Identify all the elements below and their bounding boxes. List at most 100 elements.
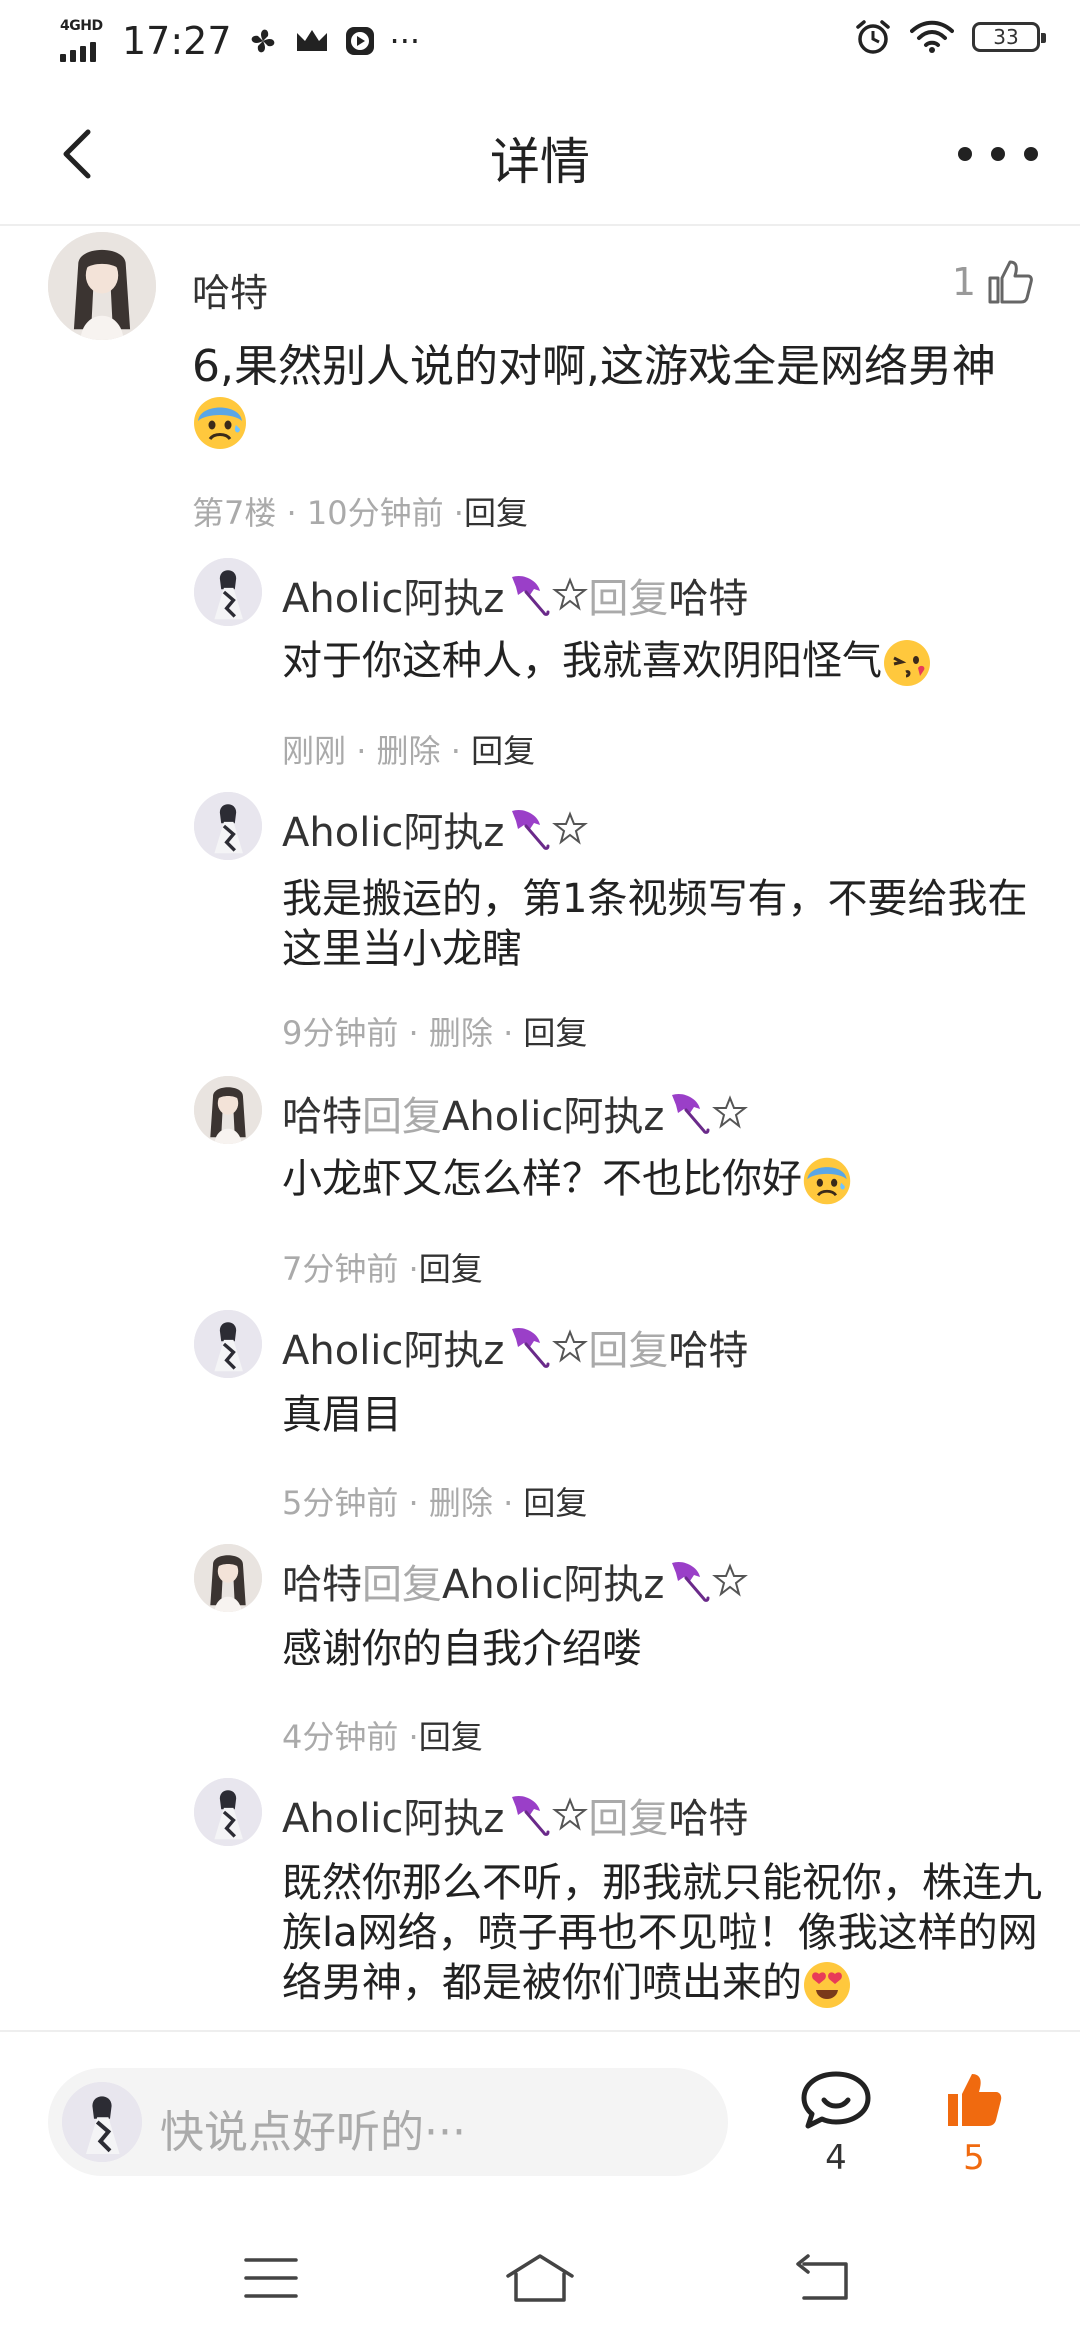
umbrella-icon: [512, 575, 550, 616]
reply-text: 小龙虾又怎么样？不也比你好: [282, 1154, 1042, 1206]
avatar[interactable]: [194, 1076, 262, 1144]
avatar[interactable]: [48, 232, 156, 340]
reply-header: Aholic阿执z: [282, 800, 589, 858]
reply-meta: 9分钟前 · 删除 · 回复: [282, 1014, 588, 1052]
reply-author[interactable]: 哈特: [282, 1084, 362, 1142]
thumbs-up-filled-icon[interactable]: [944, 2070, 1004, 2130]
umbrella-icon: [672, 1561, 710, 1602]
reply-to-label: 回复: [362, 1094, 442, 1140]
comment-count: 4: [825, 2138, 847, 2178]
avatar[interactable]: [194, 1544, 262, 1612]
reply-meta: 7分钟前 ·回复: [282, 1250, 483, 1288]
star-outline-icon: [712, 1095, 749, 1129]
system-nav-bar: [0, 2220, 1080, 2340]
reply-text: 对于你这种人，我就喜欢阴阳怪气: [282, 636, 1042, 688]
reply-author[interactable]: Aholic阿执z: [282, 566, 504, 624]
heart-eyes-emoji: [804, 1962, 850, 2008]
more-options-icon[interactable]: [958, 134, 1038, 174]
reply-text: 感谢你的自我介绍喽: [282, 1626, 642, 1672]
fan-icon: [251, 29, 274, 53]
reply-author[interactable]: Aholic阿执z: [282, 800, 504, 858]
reply-time: 刚刚: [282, 732, 347, 770]
star-outline-icon: [552, 577, 589, 611]
avatar[interactable]: [194, 792, 262, 860]
reply-to-user[interactable]: 哈特: [668, 1318, 748, 1376]
star-outline-icon: [552, 811, 589, 845]
top-nav-bar: 详情: [0, 84, 1080, 226]
delete-link[interactable]: 删除: [429, 1014, 493, 1052]
reply-author[interactable]: Aholic阿执z: [282, 1318, 504, 1376]
status-bar: 4GHD 17:27 ··· 33: [0, 0, 1080, 84]
reply-link[interactable]: 回复: [419, 1250, 483, 1288]
crown-icon: [296, 30, 327, 51]
reply-text: 真眉目: [282, 1392, 402, 1438]
avatar[interactable]: [194, 1778, 262, 1846]
umbrella-icon: [512, 809, 550, 850]
network-type: 4GHD: [60, 18, 103, 34]
reply-header: Aholic阿执z 回复 哈特: [282, 1786, 748, 1844]
thumbs-up-icon: [988, 260, 1033, 304]
reply-header: 哈特 回复 Aholic阿执z: [282, 1552, 749, 1610]
like-count: 1: [951, 260, 976, 304]
umbrella-icon: [512, 1795, 550, 1836]
reply-to-label: 回复: [362, 1562, 442, 1608]
more-status-icon: ···: [389, 22, 421, 60]
home-icon[interactable]: [504, 2252, 576, 2304]
reply-to-label: 回复: [588, 576, 669, 622]
reply-meta: 刚刚 · 删除 · 回复: [282, 732, 536, 770]
delete-link[interactable]: 删除: [377, 732, 441, 770]
comment-meta: 第7楼 · 10分钟前 ·回复: [192, 494, 528, 532]
reply-to-user[interactable]: 哈特: [668, 1786, 748, 1844]
reply-header: 哈特 回复 Aholic阿执z: [282, 1084, 749, 1142]
reply-link[interactable]: 回复: [523, 1484, 587, 1522]
reply-to-user[interactable]: 哈特: [668, 566, 748, 624]
reply-link[interactable]: 回复: [464, 494, 528, 532]
star-outline-icon: [712, 1563, 749, 1597]
reply-link[interactable]: 回复: [471, 732, 535, 770]
anxious-face-emoji: [803, 1157, 851, 1205]
reply-author[interactable]: Aholic阿执z: [282, 1786, 504, 1844]
reply-to-user[interactable]: Aholic阿执z: [442, 1084, 664, 1142]
delete-link[interactable]: 删除: [429, 1484, 493, 1522]
anxious-face-emoji: [194, 397, 246, 449]
star-outline-icon: [552, 1329, 589, 1363]
alarm-icon: [856, 20, 890, 54]
reply-time: 9分钟前: [282, 1014, 399, 1052]
back-icon[interactable]: [794, 2254, 852, 2302]
reply-to-user[interactable]: Aholic阿执z: [442, 1552, 664, 1610]
avatar[interactable]: [194, 1310, 262, 1378]
umbrella-icon: [672, 1093, 710, 1134]
battery-icon: 33: [972, 22, 1046, 52]
avatar[interactable]: [194, 558, 262, 626]
comment-like-button[interactable]: 1: [952, 258, 1034, 306]
reply-header: Aholic阿执z 回复 哈特: [282, 1318, 748, 1376]
comment-author[interactable]: 哈特: [192, 262, 268, 317]
reply-time: 5分钟前: [282, 1484, 399, 1522]
avatar: [62, 2082, 142, 2162]
reply-time: 7分钟前: [282, 1250, 399, 1288]
comment-bubble-icon[interactable]: [798, 2070, 874, 2130]
star-outline-icon: [552, 1797, 589, 1831]
battery-level: 33: [993, 25, 1019, 49]
play-icon: [345, 27, 374, 55]
wifi-icon: [910, 20, 954, 53]
reply-author[interactable]: 哈特: [282, 1552, 362, 1610]
comment-input-placeholder[interactable]: 快说点好听的···: [160, 2096, 466, 2160]
reply-time: 4分钟前: [282, 1718, 399, 1756]
reply-meta: 5分钟前 · 删除 · 回复: [282, 1484, 588, 1522]
floor-number: 第7楼: [192, 494, 277, 532]
reply-meta: 4分钟前 ·回复: [282, 1718, 483, 1756]
status-time: 17:27: [122, 19, 232, 63]
comment-time: 10分钟前: [306, 494, 444, 532]
reply-text: 我是搬运的，第1条视频写有，不要给我在这里当小龙瞎: [282, 876, 1028, 972]
reply-link[interactable]: 回复: [523, 1014, 587, 1052]
bottom-divider: [0, 2030, 1080, 2032]
menu-icon[interactable]: [244, 2256, 298, 2300]
umbrella-icon: [512, 1327, 550, 1368]
reply-header: Aholic阿执z 回复 哈特: [282, 566, 748, 624]
reply-text: 既然你那么不听，那我就只能祝你，株连九族la网络，喷子再也不见啦！像我这样的网络…: [282, 1858, 1042, 2010]
page-title: 详情: [490, 133, 590, 191]
like-total: 5: [963, 2138, 985, 2178]
kissing-face-emoji: [884, 640, 930, 686]
reply-link[interactable]: 回复: [419, 1718, 483, 1756]
